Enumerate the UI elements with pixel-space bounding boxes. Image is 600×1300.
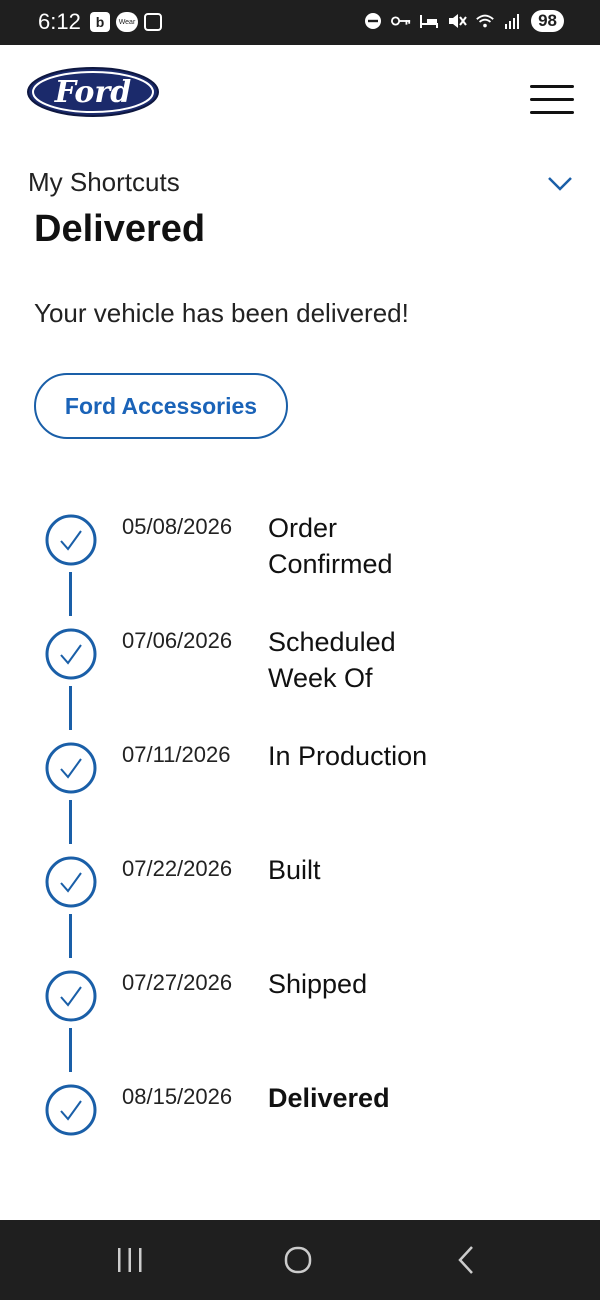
timeline-connector	[69, 1028, 72, 1072]
signal-icon	[503, 11, 523, 31]
timeline-date: 07/11/2026	[122, 742, 231, 767]
timeline-label: Shipped	[268, 969, 368, 999]
mute-icon	[447, 11, 467, 31]
recent-apps-icon[interactable]	[100, 1238, 160, 1282]
chevron-down-icon	[546, 175, 574, 197]
screen-capture-icon	[144, 13, 162, 31]
timeline-date: 07/06/2026	[122, 628, 233, 653]
checkmark-circle-icon	[45, 970, 97, 1022]
checkmark-circle-icon	[45, 514, 97, 566]
my-shortcuts-label: My Shortcuts	[28, 167, 180, 197]
bed-icon	[419, 11, 439, 31]
timeline-connector	[69, 572, 72, 616]
timeline-step: 07/27/2026 Shipped	[0, 956, 600, 1070]
timeline-label: In Production	[268, 741, 428, 771]
timeline-label: Built	[268, 855, 321, 885]
delivery-message: Your vehicle has been delivered!	[34, 298, 409, 328]
timeline-label: Scheduled Week Of	[268, 627, 396, 693]
status-time: 6:12	[38, 9, 81, 34]
system-navigation-bar	[0, 1220, 600, 1300]
timeline-date: 07/22/2026	[122, 856, 233, 881]
b-app-icon: b	[90, 12, 110, 32]
back-icon[interactable]	[436, 1238, 496, 1282]
battery-indicator: 98	[531, 10, 564, 32]
timeline-date: 08/15/2026	[122, 1084, 233, 1109]
order-timeline: 05/08/2026 Order Confirmed 07/06/2026 Sc…	[0, 500, 600, 1140]
timeline-step-current: 08/15/2026 Delivered	[0, 1070, 600, 1184]
page-title: Delivered	[34, 210, 206, 250]
app-header: Ford	[0, 45, 600, 145]
timeline-date: 07/27/2026	[122, 970, 233, 995]
status-bar: 6:12 b Wear 98	[0, 0, 600, 45]
checkmark-circle-icon	[45, 1084, 97, 1136]
home-icon[interactable]	[268, 1238, 328, 1282]
checkmark-circle-icon	[45, 628, 97, 680]
timeline-date: 05/08/2026	[122, 514, 233, 539]
timeline-connector	[69, 914, 72, 958]
wear-app-icon: Wear	[116, 12, 138, 32]
timeline-step: 07/11/2026 In Production	[0, 728, 600, 842]
timeline-connector	[69, 800, 72, 844]
timeline-step: 07/06/2026 Scheduled Week Of	[0, 614, 600, 728]
hamburger-menu-icon[interactable]	[530, 85, 574, 115]
timeline-step: 07/22/2026 Built	[0, 842, 600, 956]
vpn-key-icon	[391, 11, 411, 31]
timeline-label: Order Confirmed	[268, 513, 393, 579]
ford-logo-text: Ford	[54, 75, 131, 110]
timeline-label: Delivered	[268, 1083, 390, 1113]
do-not-disturb-icon	[363, 11, 383, 31]
ford-logo[interactable]: Ford	[26, 66, 160, 122]
checkmark-circle-icon	[45, 856, 97, 908]
checkmark-circle-icon	[45, 742, 97, 794]
timeline-step: 05/08/2026 Order Confirmed	[0, 500, 600, 614]
my-shortcuts-toggle[interactable]: My Shortcuts	[0, 155, 600, 215]
wifi-icon	[475, 11, 495, 31]
ford-accessories-button[interactable]: Ford Accessories	[34, 373, 288, 439]
timeline-connector	[69, 686, 72, 730]
